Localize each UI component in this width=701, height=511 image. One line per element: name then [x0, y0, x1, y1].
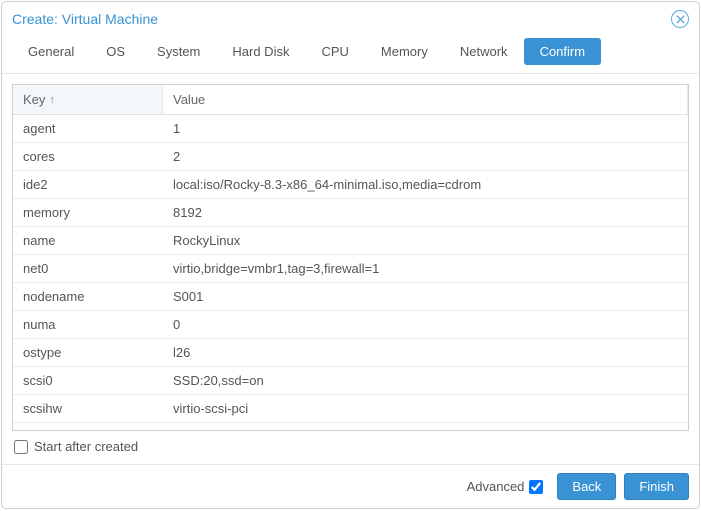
advanced-label: Advanced [467, 479, 525, 494]
cell-value: virtio-scsi-pci [163, 395, 688, 422]
tab-hard-disk[interactable]: Hard Disk [216, 38, 305, 65]
cell-value: l26 [163, 339, 688, 366]
start-after-created[interactable]: Start after created [12, 431, 689, 460]
advanced-checkbox[interactable] [529, 480, 543, 494]
cell-value: 8192 [163, 199, 688, 226]
tab-bar: GeneralOSSystemHard DiskCPUMemoryNetwork… [2, 34, 699, 74]
table-row[interactable]: ide2local:iso/Rocky-8.3-x86_64-minimal.i… [13, 171, 688, 199]
cell-value: SSD:20,ssd=on [163, 367, 688, 394]
table-row[interactable]: net0virtio,bridge=vmbr1,tag=3,firewall=1 [13, 255, 688, 283]
cell-key: agent [13, 115, 163, 142]
cell-key: sockets [13, 423, 163, 430]
summary-table: Key ↑ Value agent1cores2ide2local:iso/Ro… [12, 84, 689, 431]
cell-value: local:iso/Rocky-8.3-x86_64-minimal.iso,m… [163, 171, 688, 198]
table-row[interactable]: scsihwvirtio-scsi-pci [13, 395, 688, 423]
cell-value: 2 [163, 423, 688, 430]
table-row[interactable]: agent1 [13, 115, 688, 143]
cell-value: 2 [163, 143, 688, 170]
table-row[interactable]: scsi0SSD:20,ssd=on [13, 367, 688, 395]
cell-key: numa [13, 311, 163, 338]
tab-network[interactable]: Network [444, 38, 524, 65]
cell-value: 1 [163, 115, 688, 142]
tab-memory[interactable]: Memory [365, 38, 444, 65]
cell-key: nodename [13, 283, 163, 310]
tab-confirm[interactable]: Confirm [524, 38, 602, 65]
table-row[interactable]: cores2 [13, 143, 688, 171]
tab-cpu[interactable]: CPU [305, 38, 364, 65]
dialog-title: Create: Virtual Machine [12, 11, 158, 27]
table-header: Key ↑ Value [13, 85, 688, 115]
start-after-checkbox[interactable] [14, 440, 28, 454]
cell-key: name [13, 227, 163, 254]
sort-asc-icon: ↑ [49, 94, 55, 106]
advanced-toggle[interactable]: Advanced [467, 479, 544, 494]
cell-value: 0 [163, 311, 688, 338]
back-button[interactable]: Back [557, 473, 616, 500]
cell-key: scsi0 [13, 367, 163, 394]
cell-key: ostype [13, 339, 163, 366]
content-area: Key ↑ Value agent1cores2ide2local:iso/Ro… [2, 74, 699, 464]
tab-os[interactable]: OS [90, 38, 141, 65]
close-button[interactable] [671, 10, 689, 28]
table-row[interactable]: numa0 [13, 311, 688, 339]
tab-general[interactable]: General [12, 38, 90, 65]
table-row[interactable]: nodenameS001 [13, 283, 688, 311]
cell-key: memory [13, 199, 163, 226]
cell-key: cores [13, 143, 163, 170]
create-vm-dialog: Create: Virtual Machine GeneralOSSystemH… [1, 1, 700, 509]
titlebar: Create: Virtual Machine [2, 2, 699, 34]
close-icon [676, 15, 685, 24]
column-header-value-label: Value [173, 92, 205, 107]
start-after-label: Start after created [34, 439, 138, 454]
footer: Advanced Back Finish [2, 464, 699, 508]
column-header-key-label: Key [23, 92, 45, 107]
cell-value: S001 [163, 283, 688, 310]
column-header-key[interactable]: Key ↑ [13, 85, 163, 114]
cell-key: ide2 [13, 171, 163, 198]
table-row[interactable]: sockets2 [13, 423, 688, 430]
finish-button[interactable]: Finish [624, 473, 689, 500]
cell-key: scsihw [13, 395, 163, 422]
cell-key: net0 [13, 255, 163, 282]
column-header-value[interactable]: Value [163, 85, 688, 114]
table-row[interactable]: memory8192 [13, 199, 688, 227]
table-row[interactable]: nameRockyLinux [13, 227, 688, 255]
table-row[interactable]: ostypel26 [13, 339, 688, 367]
cell-value: virtio,bridge=vmbr1,tag=3,firewall=1 [163, 255, 688, 282]
tab-system[interactable]: System [141, 38, 216, 65]
cell-value: RockyLinux [163, 227, 688, 254]
table-body[interactable]: agent1cores2ide2local:iso/Rocky-8.3-x86_… [13, 115, 688, 430]
